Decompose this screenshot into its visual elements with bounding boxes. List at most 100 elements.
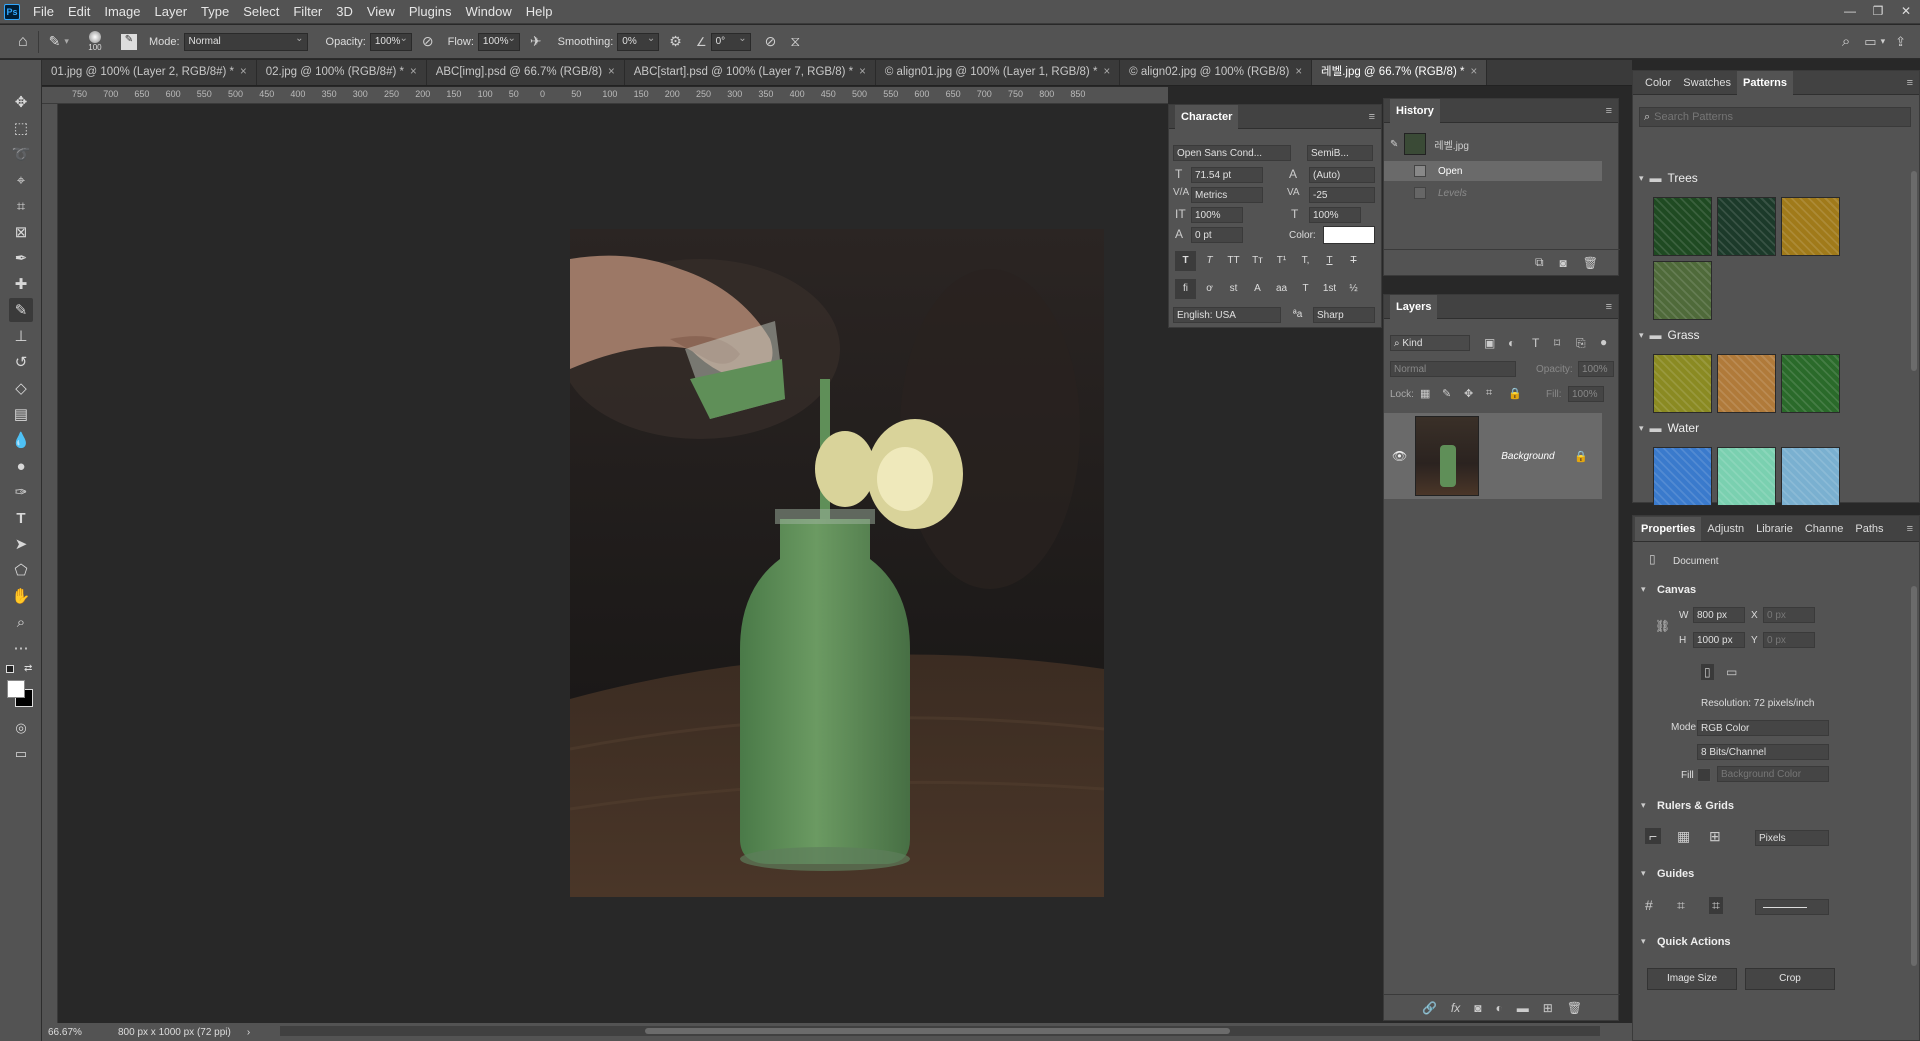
menu-plugins[interactable]: Plugins — [402, 0, 459, 24]
chevron-down-icon[interactable]: ▾ — [1641, 868, 1646, 879]
vertical-scrollbar[interactable] — [1911, 171, 1917, 371]
chevron-down-icon[interactable]: ▾ — [64, 36, 69, 47]
vertical-scrollbar[interactable] — [1911, 586, 1917, 966]
superscript-button[interactable]: T¹ — [1271, 251, 1292, 271]
zoom-level[interactable]: 66.67% — [48, 1027, 98, 1038]
marquee-tool-icon[interactable]: ⬚ — [9, 116, 33, 140]
photoshop-logo[interactable]: Ps — [4, 3, 20, 20]
lock-all-icon[interactable]: 🔒 — [1508, 387, 1522, 400]
pattern-swatch[interactable] — [1717, 447, 1776, 506]
layer-kind-filter[interactable]: ⌕ Kind — [1390, 335, 1470, 351]
swash-button[interactable]: A — [1247, 279, 1268, 299]
close-window-icon[interactable]: ✕ — [1892, 0, 1920, 24]
filter-toggle-icon[interactable]: ● — [1600, 335, 1607, 349]
menu-image[interactable]: Image — [97, 0, 147, 24]
history-snapshot[interactable]: ✎ 레벨.jpg — [1384, 131, 1602, 157]
dodge-tool-icon[interactable]: ● — [9, 454, 33, 478]
x-input[interactable]: 0 px — [1763, 607, 1815, 623]
y-input[interactable]: 0 px — [1763, 632, 1815, 648]
guide-style-select[interactable] — [1755, 899, 1829, 915]
menu-help[interactable]: Help — [519, 0, 560, 24]
character-panel-title[interactable]: Character — [1175, 104, 1239, 129]
brush-source-icon[interactable]: ✎ — [1390, 139, 1398, 150]
close-icon[interactable]: × — [1103, 66, 1110, 78]
lock-paint-icon[interactable]: ✎ — [1442, 387, 1451, 400]
history-item-open[interactable]: Open — [1384, 161, 1602, 181]
guide-layout-icon[interactable]: ⌗ — [1709, 897, 1723, 914]
tab-libraries[interactable]: Librarie — [1750, 517, 1799, 541]
add-mask-icon[interactable]: ◙ — [1474, 1001, 1481, 1015]
baseline-shift-input[interactable]: 0 pt — [1191, 227, 1243, 243]
brush-preset-picker[interactable]: 100 — [83, 31, 107, 52]
tab-align01[interactable]: © align01.jpg @ 100% (Layer 1, RGB/8) * × — [876, 60, 1121, 85]
eraser-tool-icon[interactable]: ◇ — [9, 376, 33, 400]
image-size-button[interactable]: Image Size — [1647, 968, 1737, 990]
screen-mode-icon[interactable]: ▭ — [9, 742, 33, 766]
ligatures-button[interactable]: fi — [1175, 279, 1196, 299]
pattern-swatch[interactable] — [1717, 354, 1776, 413]
healing-brush-tool-icon[interactable]: ✚ — [9, 272, 33, 296]
blend-mode-select[interactable]: Normal — [1390, 361, 1516, 377]
stylistic-alternates-button[interactable]: aa — [1271, 279, 1292, 299]
ruler-origin[interactable] — [42, 87, 58, 104]
crop-button[interactable]: Crop — [1745, 968, 1835, 990]
horizontal-ruler[interactable]: 750 700 650 600 550 500 450 400 350 300 250 200 150 1… — [58, 87, 1168, 104]
tab-01-jpg[interactable]: 01.jpg @ 100% (Layer 2, RGB/8#) * × — [42, 60, 257, 85]
landscape-orientation-icon[interactable]: ▭ — [1723, 664, 1740, 680]
pattern-group-trees[interactable]: ▾ ▬ Trees — [1639, 171, 1698, 185]
pressure-size-icon[interactable]: ⊘ — [765, 33, 777, 50]
new-layer-icon[interactable]: ⊞ — [1543, 1001, 1553, 1015]
menu-type[interactable]: Type — [194, 0, 236, 24]
quick-select-tool-icon[interactable]: ⌖ — [9, 168, 33, 192]
panel-menu-icon[interactable]: ≡ — [1369, 111, 1375, 123]
flow-input[interactable]: 100% — [477, 32, 520, 51]
chevron-down-icon[interactable]: ▾ — [1881, 36, 1886, 47]
mode-select[interactable]: Normal — [183, 32, 308, 51]
symmetry-icon[interactable]: ⧖ — [790, 33, 800, 50]
close-icon[interactable]: × — [859, 66, 866, 78]
filter-adjustment-icon[interactable]: ◐ — [1508, 336, 1515, 350]
scrollbar-thumb[interactable] — [645, 1028, 1230, 1034]
faux-bold-button[interactable]: T — [1175, 251, 1196, 271]
discretionary-ligatures-button[interactable]: st — [1223, 279, 1244, 299]
shape-tool-icon[interactable]: ⬠ — [9, 558, 33, 582]
close-icon[interactable]: × — [240, 66, 247, 78]
color-mode-select[interactable]: RGB Color — [1697, 720, 1829, 736]
guides-section-title[interactable]: Guides — [1657, 868, 1694, 880]
tab-color[interactable]: Color — [1639, 71, 1677, 95]
pen-tool-icon[interactable]: ✑ — [9, 480, 33, 504]
new-group-icon[interactable]: ▬ — [1517, 1001, 1529, 1015]
menu-window[interactable]: Window — [458, 0, 518, 24]
rulers-section-title[interactable]: Rulers & Grids — [1657, 800, 1734, 812]
ruler-icon[interactable]: ⌐ — [1645, 828, 1662, 844]
foreground-color-swatch[interactable] — [7, 680, 25, 698]
share-icon[interactable]: ⇪ — [1895, 34, 1906, 50]
close-icon[interactable]: × — [410, 66, 417, 78]
document-image[interactable] — [570, 229, 1104, 897]
pattern-swatch[interactable] — [1781, 197, 1840, 256]
subscript-button[interactable]: T, — [1295, 251, 1316, 271]
chevron-down-icon[interactable]: ▾ — [1641, 800, 1646, 811]
tab-abc-img[interactable]: ABC[img].psd @ 66.7% (RGB/8) × — [427, 60, 625, 85]
workspace-icon[interactable]: ▭ — [1864, 34, 1876, 50]
zoom-tool-icon[interactable]: ⌕ — [9, 610, 33, 634]
fractions-button[interactable]: ½ — [1343, 279, 1364, 299]
strikethrough-button[interactable]: T — [1343, 251, 1364, 271]
pattern-swatch[interactable] — [1717, 197, 1776, 256]
eye-icon[interactable]: 👁 — [1392, 449, 1407, 463]
panel-menu-icon[interactable]: ≡ — [1907, 77, 1913, 89]
guides-icon[interactable]: # — [1645, 897, 1653, 913]
tab-levels-jpg[interactable]: 레벨.jpg @ 66.7% (RGB/8) * × — [1312, 60, 1488, 85]
history-item-levels[interactable]: Levels — [1384, 183, 1602, 203]
pattern-swatch[interactable] — [1653, 354, 1712, 413]
trash-icon[interactable]: 🗑 — [1567, 1001, 1582, 1015]
path-select-tool-icon[interactable]: ➤ — [9, 532, 33, 556]
pattern-search[interactable]: ⌕ — [1639, 107, 1911, 127]
adjustment-layer-icon[interactable]: ◐ — [1496, 1001, 1503, 1015]
layer-name[interactable]: Background — [1501, 451, 1554, 462]
layers-panel-title[interactable]: Layers — [1390, 294, 1438, 319]
layer-fill-input[interactable]: 100% — [1568, 386, 1604, 402]
angle-input[interactable]: 0° — [710, 32, 751, 51]
bit-depth-select[interactable]: 8 Bits/Channel — [1697, 744, 1829, 760]
filter-smart-object-icon[interactable]: ⎘ — [1576, 336, 1586, 351]
